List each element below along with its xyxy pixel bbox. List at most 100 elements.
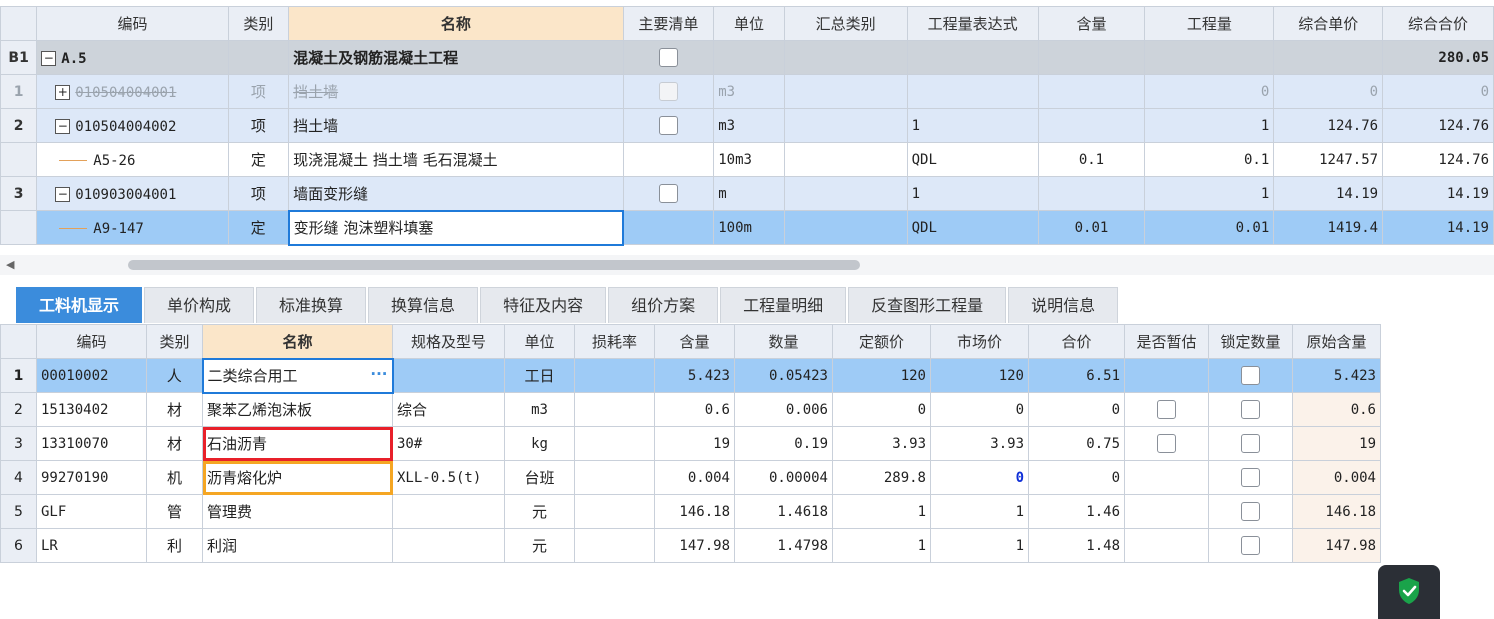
spec-cell[interactable] (392, 358, 505, 393)
sum-price-cell[interactable]: 0 (1028, 392, 1125, 427)
sum-price-cell[interactable]: 6.51 (1028, 358, 1125, 393)
quantity-cell[interactable]: 0.1 (1144, 142, 1275, 177)
unit-price-cell[interactable]: 1419.4 (1273, 210, 1384, 245)
code-cell[interactable]: 00010002 (36, 358, 147, 393)
provisional-checkbox[interactable] (1157, 400, 1176, 419)
original-content-cell[interactable]: 19 (1292, 426, 1381, 461)
code-cell[interactable]: 15130402 (36, 392, 147, 427)
unit-price-cell[interactable]: 124.76 (1273, 108, 1384, 143)
type-cell[interactable]: 管 (146, 494, 203, 529)
content-cell[interactable]: 0.1 (1037, 142, 1146, 177)
name-cell[interactable]: 挡土墙 (288, 108, 624, 143)
quantity-cell[interactable]: 0.05423 (734, 358, 833, 393)
name-cell-highlighted-red[interactable]: 石油沥青 (202, 426, 393, 461)
type-cell[interactable]: 定 (227, 210, 290, 245)
col-quota-price[interactable]: 定额价 (832, 324, 931, 359)
col-sum-price[interactable]: 合价 (1028, 324, 1125, 359)
table-row-selected[interactable]: A9-147 定 变形缝 泡沫塑料填塞 100m QDL 0.01 0.01 1… (0, 209, 1494, 246)
main-list-checkbox[interactable] (658, 116, 678, 135)
sum-price-cell[interactable]: 0 (1028, 460, 1125, 495)
unit-price-cell[interactable] (1273, 40, 1384, 75)
expression-cell[interactable]: 1 (906, 176, 1039, 211)
loss-cell[interactable] (574, 392, 655, 427)
col-loss-rate[interactable]: 损耗率 (574, 324, 655, 359)
col-quantity[interactable]: 数量 (734, 324, 833, 359)
col-unit[interactable]: 单位 (713, 6, 785, 41)
provisional-cell[interactable] (1124, 392, 1209, 427)
table-row[interactable]: 4 99270190 机 沥青熔化炉 XLL-0.5(t) 台班 0.004 0… (0, 460, 1381, 495)
expression-cell[interactable]: QDL (906, 210, 1039, 245)
summary-cell[interactable] (783, 40, 908, 75)
main-list-checkbox[interactable] (658, 184, 678, 203)
scroll-left-icon[interactable]: ◀ (6, 258, 14, 271)
name-cell-highlighted-orange[interactable]: 沥青熔化炉 (202, 460, 393, 495)
total-price-cell[interactable]: 124.76 (1382, 142, 1494, 177)
provisional-cell[interactable] (1124, 528, 1209, 563)
loss-cell[interactable] (574, 426, 655, 461)
name-cell[interactable]: 墙面变形缝 (288, 176, 624, 211)
type-cell[interactable]: 材 (146, 426, 203, 461)
table-row[interactable]: A5-26 定 现浇混凝土 挡土墙 毛石混凝土 10m3 QDL 0.1 0.1… (0, 142, 1494, 177)
content-cell[interactable]: 147.98 (654, 528, 735, 563)
summary-cell[interactable] (783, 142, 908, 177)
total-price-cell[interactable]: 124.76 (1382, 108, 1494, 143)
table-row[interactable]: 6 LR 利 利润 元 147.98 1.4798 1 1 1.48 147.9… (0, 528, 1381, 563)
code-cell[interactable]: − A.5 (36, 40, 229, 75)
col-lock-quantity[interactable]: 锁定数量 (1208, 324, 1293, 359)
market-price-cell[interactable]: 3.93 (930, 426, 1029, 461)
collapse-icon[interactable]: − (55, 118, 71, 134)
content-cell[interactable]: 19 (654, 426, 735, 461)
type-cell[interactable] (227, 40, 290, 75)
quota-price-cell[interactable]: 120 (832, 358, 931, 393)
market-price-cell[interactable]: 1 (930, 528, 1029, 563)
unit-cell[interactable]: 100m (713, 210, 785, 245)
col-quantity[interactable]: 工程量 (1144, 6, 1275, 41)
main-list-checkbox[interactable] (658, 48, 678, 67)
scrollbar-thumb[interactable] (128, 260, 860, 270)
more-options-icon[interactable]: ··· (370, 365, 387, 383)
expression-cell[interactable]: 1 (906, 108, 1039, 143)
code-cell[interactable]: −010504004002 (36, 108, 229, 143)
original-content-cell[interactable]: 146.18 (1292, 494, 1381, 529)
content-cell[interactable] (1037, 108, 1146, 143)
col-content[interactable]: 含量 (1037, 6, 1146, 41)
unit-cell[interactable]: m3 (713, 108, 785, 143)
table-row[interactable]: 3 13310070 材 石油沥青 30# kg 19 0.19 3.93 3.… (0, 426, 1381, 461)
quantity-cell[interactable] (1144, 40, 1275, 75)
unit-cell[interactable] (713, 40, 785, 75)
quota-price-cell[interactable]: 0 (832, 392, 931, 427)
loss-cell[interactable] (574, 460, 655, 495)
unit-cell[interactable]: kg (504, 426, 575, 461)
unit-price-cell[interactable]: 0 (1273, 74, 1384, 109)
name-cell[interactable]: 现浇混凝土 挡土墙 毛石混凝土 (288, 142, 624, 177)
col-summary-type[interactable]: 汇总类别 (783, 6, 908, 41)
table-row[interactable]: 5 GLF 管 管理费 元 146.18 1.4618 1 1 1.46 146… (0, 494, 1381, 529)
col-original-content[interactable]: 原始含量 (1292, 324, 1381, 359)
unit-cell[interactable]: m3 (713, 74, 785, 109)
content-cell[interactable]: 0.004 (654, 460, 735, 495)
name-cell[interactable]: 管理费 (202, 494, 393, 529)
summary-cell[interactable] (783, 210, 908, 245)
horizontal-scrollbar[interactable]: ◀ (0, 255, 1494, 275)
summary-cell[interactable] (783, 74, 908, 109)
table-row[interactable]: 1 +010504004001 项 挡土墙 m3 0 0 0 (0, 74, 1494, 109)
expression-cell[interactable] (906, 74, 1039, 109)
tab-labor-material-machine[interactable]: 工料机显示 (16, 287, 143, 323)
content-cell[interactable] (1037, 74, 1146, 109)
table-row[interactable]: 2 −010504004002 项 挡土墙 m3 1 1 124.76 124.… (0, 108, 1494, 143)
col-type[interactable]: 类别 (146, 324, 203, 359)
code-cell[interactable]: A9-147 (36, 210, 229, 245)
code-cell[interactable]: −010903004001 (36, 176, 229, 211)
market-price-cell[interactable]: 120 (930, 358, 1029, 393)
col-main-list[interactable]: 主要清单 (622, 6, 715, 41)
expression-cell[interactable]: QDL (906, 142, 1039, 177)
tab-unit-price-composition[interactable]: 单价构成 (144, 287, 255, 323)
quantity-cell[interactable]: 0.00004 (734, 460, 833, 495)
table-row[interactable]: 3 −010903004001 项 墙面变形缝 m 1 1 14.19 14.1… (0, 176, 1494, 211)
type-cell[interactable]: 材 (146, 392, 203, 427)
lock-cell[interactable] (1208, 392, 1293, 427)
original-content-cell[interactable]: 147.98 (1292, 528, 1381, 563)
expression-cell[interactable] (906, 40, 1039, 75)
collapse-icon[interactable]: − (55, 186, 71, 202)
spec-cell[interactable]: 综合 (392, 392, 505, 427)
